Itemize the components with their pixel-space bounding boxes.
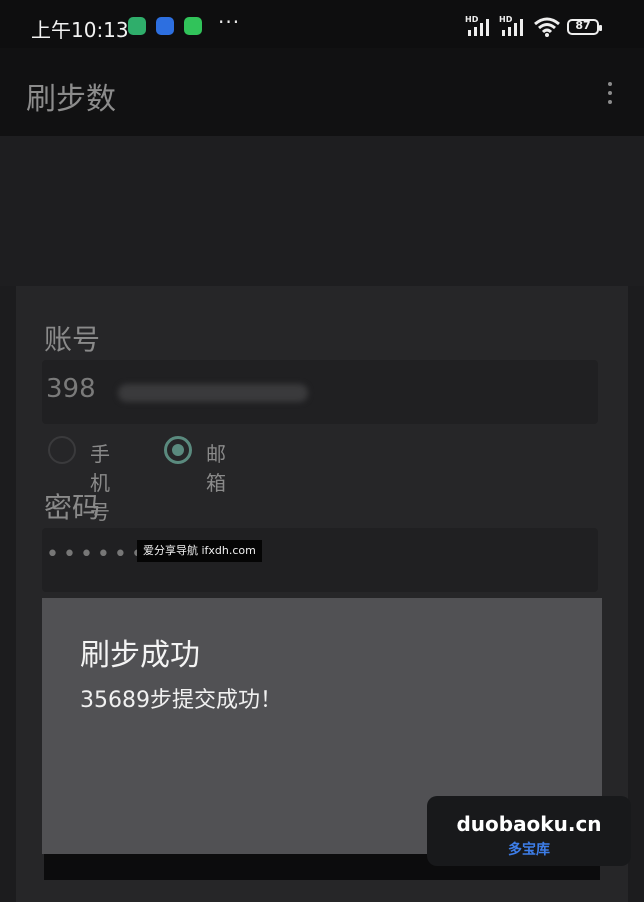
status-bar: 上午10:13 ··· HD HD 87 [0, 0, 644, 48]
page-title: 刷步数 [26, 82, 116, 117]
status-time: 上午10:13 [31, 18, 129, 42]
dialog-message: 35689步提交成功！ [80, 688, 282, 713]
overflow-menu-icon[interactable] [600, 76, 618, 110]
browser-app-icon [156, 17, 174, 35]
dialog-title: 刷步成功 [80, 638, 200, 673]
blurred-account-text [118, 384, 308, 402]
more-notifications-icon: ··· [218, 10, 241, 34]
badge-name: 多宝库 [508, 842, 550, 858]
radio-email-label: 邮箱 [206, 442, 226, 495]
wifi-icon [534, 17, 560, 37]
battery-level: 87 [575, 19, 591, 32]
badge-domain: duobaoku.cn [456, 812, 602, 836]
account-value: 398 [46, 374, 96, 404]
banner-area [0, 136, 644, 286]
radio-email[interactable] [164, 436, 192, 464]
signal-2-icon [502, 19, 523, 36]
password-label: 密码 [44, 491, 101, 524]
account-label: 账号 [44, 323, 101, 356]
site-badge: duobaoku.cn 多宝库 [427, 796, 631, 866]
watermark-label: 爱分享导航 ifxdh.com [137, 540, 262, 562]
battery-icon: 87 [567, 19, 602, 35]
signal-1-icon [468, 19, 489, 36]
radio-phone[interactable] [48, 436, 76, 464]
account-input[interactable]: 398 [42, 360, 598, 424]
wechat-icon [184, 17, 202, 35]
app-bar: 刷步数 [0, 48, 644, 136]
password-input[interactable]: •••••••• [42, 528, 598, 592]
shield-app-icon [128, 17, 146, 35]
